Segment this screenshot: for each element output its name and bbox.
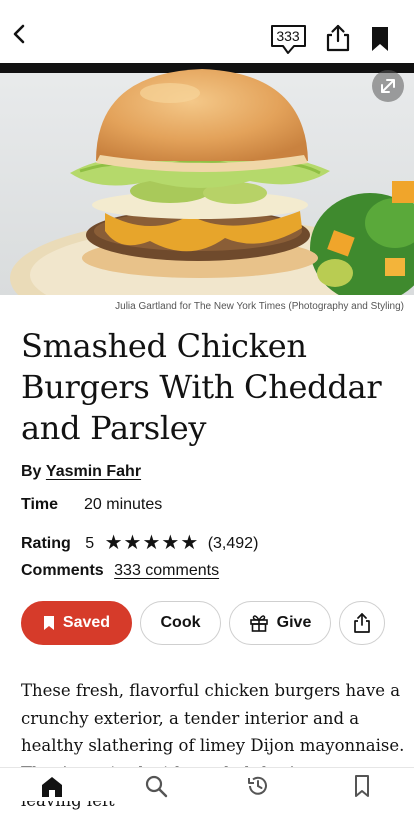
expand-button[interactable] xyxy=(372,70,404,102)
burger-photo-illustration xyxy=(0,63,414,295)
photo-credit: Julia Gartland for The New York Times (P… xyxy=(115,301,404,312)
bookmark-icon[interactable] xyxy=(369,26,391,52)
share-icon[interactable] xyxy=(325,24,351,52)
comment-count: 333 xyxy=(276,28,300,44)
give-label: Give xyxy=(276,614,312,631)
comments-label: Comments xyxy=(21,562,104,579)
bookmark-icon xyxy=(43,616,54,630)
gift-icon xyxy=(249,615,268,632)
recipe-title: Smashed Chicken Burgers With Cheddar and… xyxy=(21,327,382,447)
top-bar: 333 xyxy=(0,0,414,63)
bookmark-outline-icon[interactable] xyxy=(350,774,374,798)
cook-button[interactable]: Cook xyxy=(140,601,221,645)
recipe-photo[interactable] xyxy=(0,63,414,295)
share-button[interactable] xyxy=(339,601,385,645)
cook-label: Cook xyxy=(160,614,201,631)
give-button[interactable]: Give xyxy=(229,601,331,645)
comments-link[interactable]: 333 comments xyxy=(114,562,219,579)
time-value: 20 minutes xyxy=(84,496,163,513)
rating-label: Rating xyxy=(21,535,71,552)
rating-stars: ★★★★★ xyxy=(104,532,200,554)
bottom-tab-bar xyxy=(0,767,414,801)
share-icon xyxy=(354,613,370,633)
history-icon[interactable] xyxy=(246,774,270,798)
time-label: Time xyxy=(21,496,59,513)
chevron-left-icon[interactable] xyxy=(6,20,34,48)
author-link[interactable]: Yasmin Fahr xyxy=(46,463,141,480)
saved-label: Saved xyxy=(62,614,111,631)
byline: By Yasmin Fahr xyxy=(21,463,141,481)
time-row: Time 20 minutes xyxy=(21,496,162,514)
search-icon[interactable] xyxy=(144,774,168,798)
comments-button[interactable]: 333 xyxy=(270,24,308,56)
by-label: By xyxy=(21,463,42,480)
home-icon[interactable] xyxy=(40,774,64,798)
rating-value: 5 xyxy=(85,535,95,552)
rating-count: (3,492) xyxy=(207,535,259,552)
comments-row: Comments 333 comments xyxy=(21,562,219,580)
saved-button[interactable]: Saved xyxy=(21,601,132,645)
rating-row[interactable]: Rating 5 ★★★★★ (3,492) xyxy=(21,529,258,554)
expand-icon xyxy=(381,79,395,93)
